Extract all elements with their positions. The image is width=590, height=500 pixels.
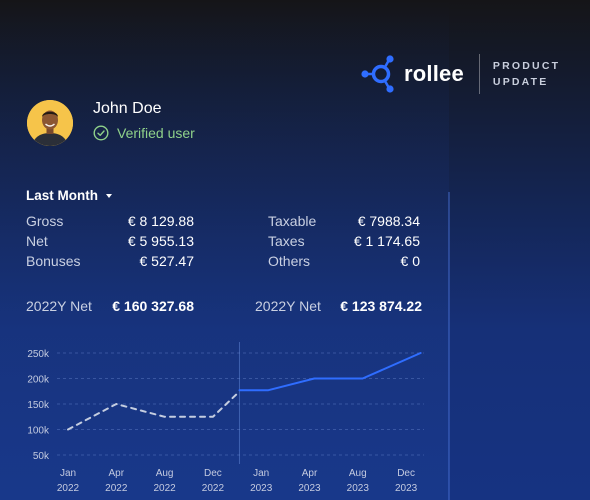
taxes-value: € 1 174.65 <box>353 233 420 249</box>
user-avatar-icon <box>27 100 73 146</box>
x-tick-label-month: Apr <box>109 468 125 479</box>
x-tick-label-month: Apr <box>302 468 318 479</box>
yearly-net-value-2: € 123 874.22 <box>340 298 422 314</box>
taxable-value: € 7988.34 <box>357 213 420 229</box>
yearly-net-label-1: 2022Y Net <box>26 298 92 314</box>
brand-name: rollee <box>404 61 464 86</box>
net-label: Net <box>26 233 48 249</box>
y-tick-label: 50k <box>33 451 50 462</box>
brand-header: rollee PRODUCT UPDATE <box>361 54 560 94</box>
taxable-label: Taxable <box>268 213 317 229</box>
yearly-net-value-1: € 160 327.68 <box>112 298 194 314</box>
verified-label: Verified user <box>117 125 195 141</box>
y-tick-label: 250k <box>27 349 50 360</box>
y-tick-label: 200k <box>27 375 50 386</box>
brand-tagline: PRODUCT UPDATE <box>493 58 560 90</box>
x-tick-label-year: 2022 <box>57 483 80 494</box>
others-value: € 0 <box>400 253 420 269</box>
x-tick-label-month: Aug <box>349 468 367 479</box>
x-tick-label-year: 2022 <box>105 483 128 494</box>
gross-value: € 8 129.88 <box>127 213 194 229</box>
yearly-net-label-2: 2022Y Net <box>255 298 321 314</box>
bonuses-value: € 527.47 <box>139 253 195 269</box>
verified-status: Verified user <box>93 125 195 141</box>
net-value: € 5 955.13 <box>127 233 194 249</box>
y-tick-label: 150k <box>27 400 50 411</box>
avatar <box>27 100 73 146</box>
gross-label: Gross <box>26 213 64 229</box>
series-line-2023 <box>238 352 422 392</box>
x-tick-label-year: 2022 <box>153 483 176 494</box>
brand-tagline-line2: UPDATE <box>492 76 549 88</box>
x-tick-label-month: Jan <box>60 468 76 479</box>
series-line-2022 <box>67 392 238 431</box>
x-tick-label-year: 2023 <box>347 483 370 494</box>
x-tick-label-year: 2022 <box>202 483 225 494</box>
chevron-down-icon <box>106 193 112 198</box>
x-tick-label-month: Dec <box>397 468 415 479</box>
x-tick-label-year: 2023 <box>395 483 418 494</box>
bonuses-label: Bonuses <box>26 253 81 269</box>
x-tick-label-month: Aug <box>156 468 174 479</box>
period-dropdown[interactable]: Last Month <box>26 188 112 203</box>
x-tick-label-month: Dec <box>204 468 222 479</box>
net-income-chart: 250k 200k 150k 100k 50k Jan 2022 Apr 2022 Aug 202… <box>27 342 424 494</box>
x-tick-label-month: Jan <box>253 468 269 479</box>
x-tick-label-year: 2023 <box>250 483 273 494</box>
user-name: John Doe <box>93 100 162 117</box>
others-label: Others <box>268 253 311 269</box>
y-tick-label: 100k <box>27 426 50 437</box>
taxes-label: Taxes <box>268 233 305 249</box>
brand-separator <box>478 54 480 94</box>
period-selected: Last Month <box>26 188 98 203</box>
rollee-logo-icon <box>361 55 394 93</box>
x-tick-label-year: 2023 <box>298 483 321 494</box>
brand-tagline-line1: PRODUCT <box>492 60 561 72</box>
check-circle-icon <box>93 125 109 141</box>
